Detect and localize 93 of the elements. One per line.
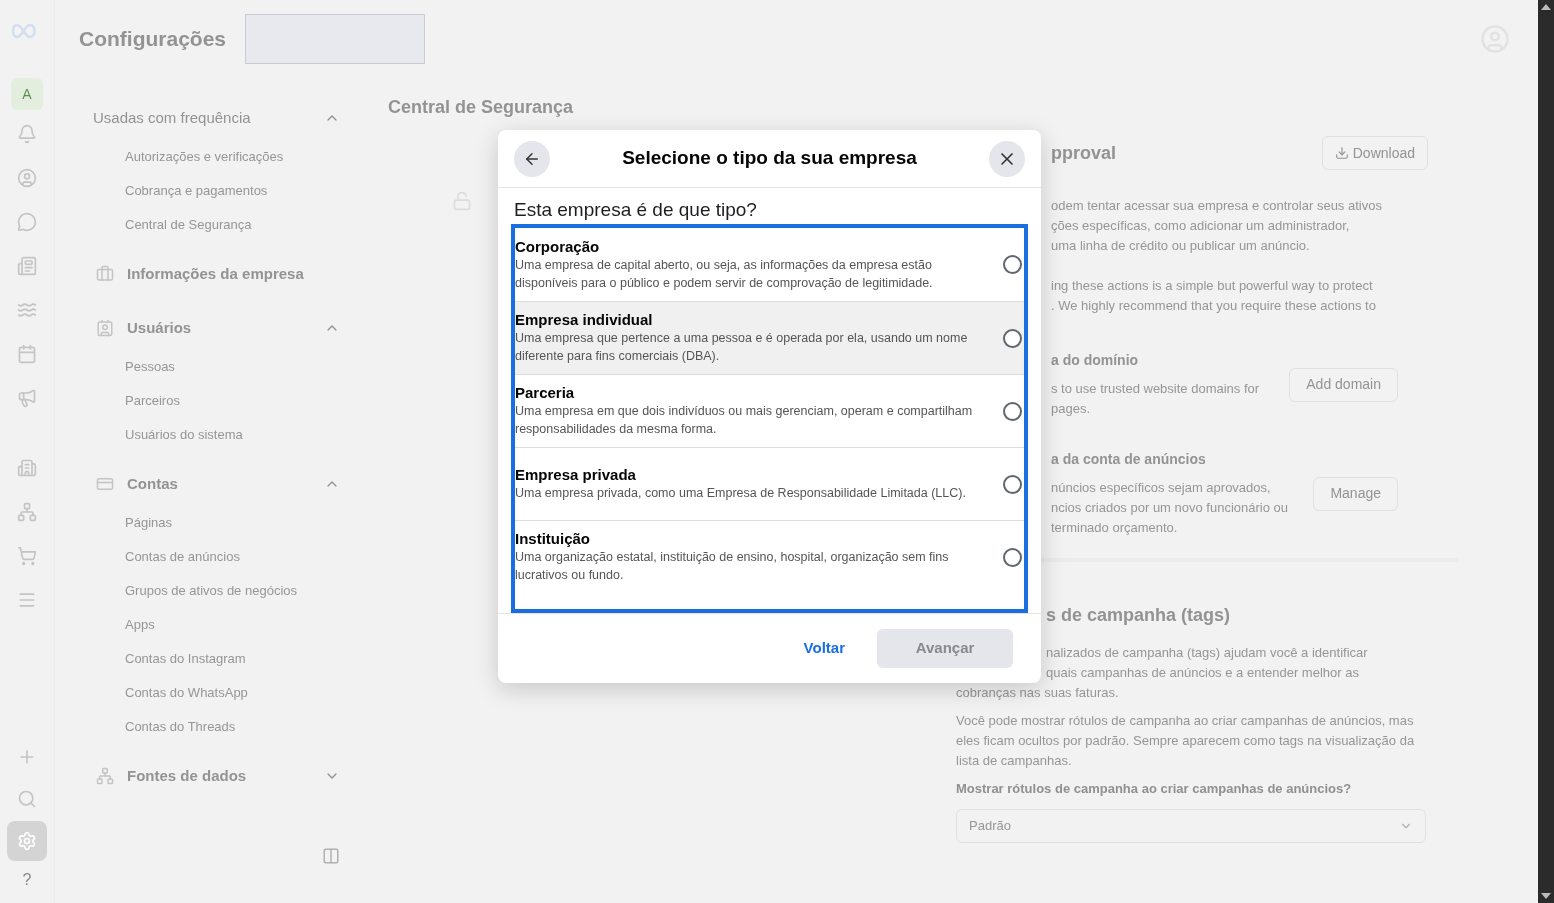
setting-description: s to use trusted website domains for: [1051, 380, 1260, 398]
settings-icon: [17, 831, 37, 851]
option-row[interactable]: Empresa individual Uma empresa que pertence a uma pessoa e é operada por ela, usando um nome diferente para fins comerciais (DBA).: [515, 301, 1024, 374]
radio-button[interactable]: [1003, 547, 1022, 567]
radio-button[interactable]: [1003, 255, 1022, 274]
back-link[interactable]: Voltar: [791, 637, 857, 660]
option-description: Uma empresa em que dois indivíduos ou mais gerenciam, operam e compartilham responsabilidades da mesma forma.: [515, 403, 974, 438]
page-title: Configurações: [79, 26, 228, 53]
download-button[interactable]: Download: [1321, 136, 1428, 170]
setting-button[interactable]: Add domain: [1289, 367, 1398, 402]
option-description: Uma empresa que pertence a uma pessoa e é operada por ela, usando um nome diferente para fins comerciais (DBA).: [515, 330, 969, 365]
setting-title: a da conta de anúncios: [1051, 450, 1207, 469]
sidebar-item[interactable]: Cobrança e pagamentos: [93, 174, 340, 208]
setting-title: a do domínio: [1051, 351, 1140, 370]
card-icon: [96, 475, 114, 493]
option-title: Empresa individual: [515, 311, 654, 329]
bell-icon: [17, 124, 37, 144]
account-avatar[interactable]: A: [11, 78, 43, 110]
paragraph-line: cobranças nas suas faturas.: [956, 684, 1120, 702]
help-button[interactable]: ?: [22, 863, 32, 897]
back-button[interactable]: [514, 140, 550, 177]
option-description: Uma organização estatal, instituição de ensino, hospital, organização sem fins lucrativos ou fundo.: [515, 549, 950, 584]
section-title[interactable]: Usuários: [127, 316, 324, 340]
select-field[interactable]: Padrão: [956, 808, 1426, 843]
chat-icon: [17, 212, 37, 232]
sidebar-item[interactable]: Apps: [93, 608, 340, 642]
option-row[interactable]: Instituição Uma organização estatal, instituição de ensino, hospital, organização sem fins lucrativos ou fundo.: [515, 520, 1024, 593]
radio-button[interactable]: [1003, 401, 1022, 421]
question-label: Mostrar rótulos de campanha ao criar campanhas de anúncios?: [956, 780, 1353, 798]
option-title: Empresa privada: [515, 466, 637, 484]
section-heading: s de campanha (tags): [1046, 604, 1232, 627]
dialog-question: Esta empresa é de que tipo?: [513, 198, 758, 222]
sidebar-item[interactable]: Usuários do sistema: [93, 418, 340, 452]
section-title[interactable]: Contas: [127, 472, 324, 496]
option-row[interactable]: Corporação Uma empresa de capital aberto, ou seja, as informações da empresa estão disponíveis para o público e podem servir de comprovação de legitimidade.: [515, 228, 1024, 301]
close-button[interactable]: [989, 140, 1025, 177]
paragraph-line: . We highly recommend that you require these actions to: [1051, 297, 1377, 315]
option-row[interactable]: Empresa privada Uma empresa privada, como uma Empresa de Responsabilidade Limitada (LLC).: [515, 447, 1024, 520]
newspaper-icon: [17, 256, 37, 276]
select-value: Padrão: [969, 816, 1011, 835]
sidebar-item[interactable]: Contas de anúncios: [93, 540, 340, 574]
rail-button[interactable]: [7, 821, 47, 861]
option-title: Corporação: [515, 237, 601, 256]
sidebar-item[interactable]: Contas do WhatsApp: [93, 676, 340, 710]
option-description: Uma empresa de capital aberto, ou seja, as informações da empresa estão disponíveis para o público e podem servir de comprovação de legitimidade.: [515, 256, 934, 292]
download-icon: [1334, 146, 1349, 160]
radio-button[interactable]: [1003, 328, 1022, 348]
sidebar-item[interactable]: Contas do Instagram: [93, 642, 340, 676]
sidebar-item[interactable]: Grupos de ativos de negócios: [93, 574, 340, 608]
megaphone-icon: [17, 388, 37, 408]
option-title: Parceria: [515, 384, 576, 402]
panel-icon[interactable]: [322, 847, 340, 865]
section-title[interactable]: Usadas com frequência: [93, 106, 324, 130]
search-icon: [17, 789, 37, 809]
wave-icon: [17, 300, 37, 320]
sidebar-item[interactable]: Contas do Threads: [93, 710, 340, 744]
paragraph-line: uma linha de crédito ou publicar um anúncio.: [1051, 237, 1311, 255]
option-description: Uma empresa privada, como uma Empresa de Responsabilidade Limitada (LLC).: [515, 485, 967, 502]
scrollbar[interactable]: [1538, 0, 1554, 903]
sidebar-item[interactable]: Páginas: [93, 506, 340, 540]
setting-button[interactable]: Manage: [1313, 476, 1398, 511]
section-heading: pproval: [1051, 141, 1116, 165]
network-icon: [96, 767, 114, 785]
setting-description: ncios criados por um novo funcionário ou: [1051, 499, 1289, 517]
setting-description: núncios específicos sejam aprovados,: [1051, 479, 1272, 497]
sidebar-item[interactable]: Pessoas: [93, 350, 340, 384]
contact-card-icon: [96, 319, 114, 337]
paragraph-line: nalizados de campanha (tags) ajudam você a identificar: [1046, 644, 1369, 662]
paragraph: Você pode mostrar rótulos de campanha ao criar campanhas de anúncios, mas eles ficam ocultos por padrão. Sempre aparecem como tags na visualização da lista de campanhas.: [956, 712, 1416, 770]
radio-button[interactable]: [1003, 474, 1022, 494]
sidebar-item[interactable]: Central de Segurança: [93, 208, 340, 242]
paragraph-line: ing these actions is a simple but powerful way to protect: [1051, 277, 1374, 295]
user-circle-icon: [17, 168, 37, 188]
building-icon: [17, 458, 37, 478]
section-title[interactable]: Informações da empresa: [127, 262, 340, 286]
setting-description: pages.: [1051, 400, 1092, 418]
option-title: Instituição: [515, 530, 591, 548]
sidebar-item[interactable]: Parceiros: [93, 384, 340, 418]
option-row[interactable]: Parceria Uma empresa em que dois indivíduos ou mais gerenciam, operam e compartilham responsabilidades da mesma forma.: [515, 374, 1024, 447]
setting-description: terminado orçamento.: [1051, 519, 1179, 537]
paragraph-line: odem tentar acessar sua empresa e controlar seus ativos: [1051, 197, 1383, 215]
briefcase-icon: [96, 265, 114, 283]
paragraph-line: ções específicas, como adicionar um administrador,: [1051, 217, 1351, 235]
menu-icon: [17, 590, 37, 610]
cart-icon: [17, 546, 37, 566]
blank-field[interactable]: [245, 14, 425, 64]
section-title: Central de Segurança: [388, 96, 575, 119]
calendar-icon: [17, 344, 37, 364]
dialog-title: Selecione o tipo da sua empresa: [622, 146, 917, 171]
section-title[interactable]: Fontes de dados: [127, 764, 324, 788]
sidebar-item[interactable]: Autorizações e verificações: [93, 140, 340, 174]
paragraph-line: quais campanhas de anúncios e a entender melhor as: [1046, 664, 1360, 682]
network-icon: [17, 502, 37, 522]
